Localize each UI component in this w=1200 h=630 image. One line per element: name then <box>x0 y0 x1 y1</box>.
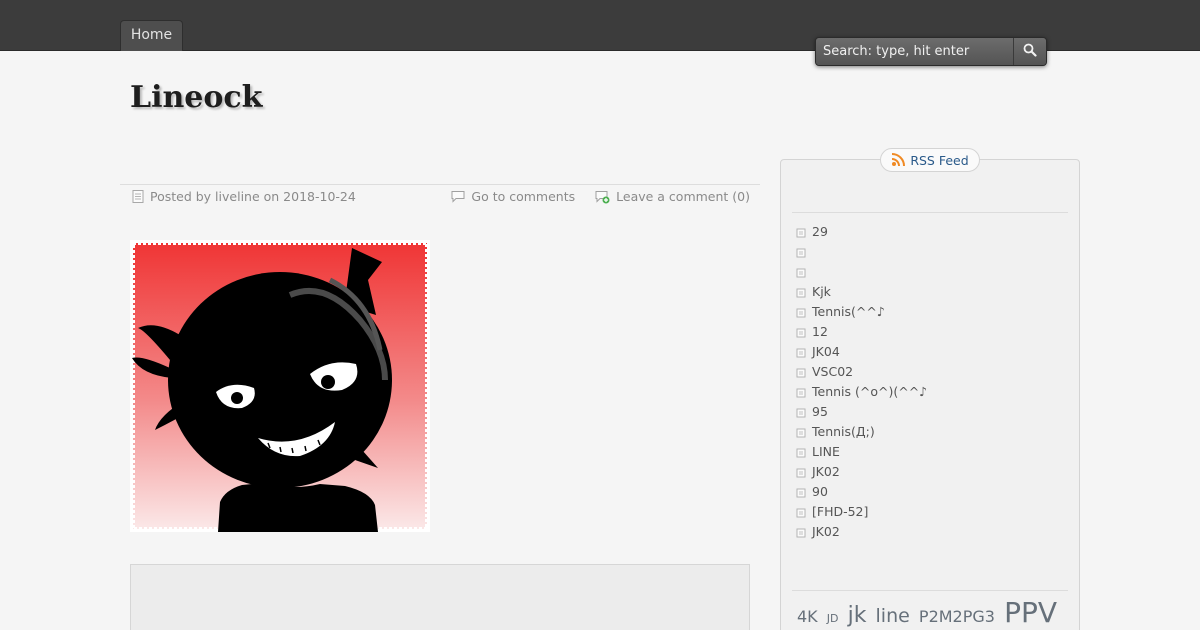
post-meta-bar: Posted by liveline on 2018-10-24 Go to c… <box>120 184 760 208</box>
bullet-icon <box>796 486 806 498</box>
search-icon <box>1023 43 1037 57</box>
avatar-illustration <box>131 241 429 532</box>
sidebar-post-link[interactable]: [FHD-52] <box>812 504 868 519</box>
sidebar-post-link[interactable]: LINE <box>812 444 840 459</box>
tag-link[interactable]: line <box>876 605 910 627</box>
sidebar-divider <box>792 590 1068 591</box>
list-item: 90 <box>796 481 927 501</box>
sidebar-post-link[interactable]: Tennis (^o^)(^^♪ <box>812 384 927 399</box>
rss-icon <box>892 153 906 167</box>
list-item: JK04 <box>796 341 927 361</box>
tag-link[interactable]: JD <box>827 612 839 625</box>
list-item <box>796 261 927 281</box>
sidebar-post-list: 29 Kjk Tennis(^^♪ 12 JK04 VSC02 Tennis (… <box>796 221 927 541</box>
list-item: Kjk <box>796 281 927 301</box>
comment-area <box>130 564 750 630</box>
bullet-icon <box>796 286 806 298</box>
bullet-icon <box>796 386 806 398</box>
post-meta-right: Go to comments Leave a comment (0) <box>451 189 750 204</box>
sidebar-divider <box>792 212 1068 213</box>
sidebar-post-link[interactable]: 12 <box>812 324 828 339</box>
tag-cloud: 4K JD jk line P2M2PG3 PPV <box>797 596 1077 630</box>
site-title[interactable]: Lineock <box>130 80 262 115</box>
sidebar-post-link[interactable]: JK02 <box>812 524 840 539</box>
bullet-icon <box>796 406 806 418</box>
bullet-icon <box>796 426 806 438</box>
rss-feed-label: RSS Feed <box>910 152 969 168</box>
list-item: [FHD-52] <box>796 501 927 521</box>
sidebar-post-link[interactable]: JK04 <box>812 344 840 359</box>
list-item: 95 <box>796 401 927 421</box>
bullet-icon <box>796 446 806 458</box>
search-box <box>815 37 1047 66</box>
go-to-comments-link[interactable]: Go to comments <box>471 189 575 204</box>
rss-feed-link[interactable]: RSS Feed <box>880 148 980 172</box>
tag-link[interactable]: P2M2PG3 <box>919 607 995 626</box>
tag-link[interactable]: PPV <box>1004 596 1057 629</box>
tag-link[interactable]: 4K <box>797 607 818 626</box>
bullet-icon <box>796 466 806 478</box>
list-item <box>796 241 927 261</box>
bullet-icon <box>796 226 806 238</box>
bullet-icon <box>796 326 806 338</box>
bullet-icon <box>796 506 806 518</box>
leave-comment-link[interactable]: Leave a comment (0) <box>616 189 750 204</box>
post-image <box>130 240 430 532</box>
post-meta-icon <box>132 190 144 203</box>
comment-bubble-icon <box>451 191 465 203</box>
bullet-icon <box>796 346 806 358</box>
bullet-icon <box>796 306 806 318</box>
list-item: LINE <box>796 441 927 461</box>
post-meta-left: Posted by liveline on 2018-10-24 <box>132 189 356 204</box>
list-item: Tennis(Д;) <box>796 421 927 441</box>
add-comment-icon <box>595 190 610 203</box>
sidebar-post-link[interactable]: Kjk <box>812 284 831 299</box>
bullet-icon <box>796 526 806 538</box>
list-item: Tennis(^^♪ <box>796 301 927 321</box>
sidebar-post-link[interactable]: Tennis(^^♪ <box>812 304 885 319</box>
nav-home-tab[interactable]: Home <box>120 20 183 51</box>
list-item: JK02 <box>796 461 927 481</box>
list-item: VSC02 <box>796 361 927 381</box>
sidebar-post-link[interactable]: 29 <box>812 224 828 239</box>
sidebar-post-link[interactable]: JK02 <box>812 464 840 479</box>
list-item: JK02 <box>796 521 927 541</box>
post-byline: Posted by liveline on 2018-10-24 <box>150 189 356 204</box>
tag-link[interactable]: jk <box>848 603 867 628</box>
sidebar-post-link[interactable]: Tennis(Д;) <box>812 424 875 439</box>
sidebar-post-link[interactable]: VSC02 <box>812 364 853 379</box>
sidebar-post-link[interactable]: 90 <box>812 484 828 499</box>
list-item: 29 <box>796 221 927 241</box>
bullet-icon <box>796 246 806 258</box>
sidebar-post-link[interactable]: 95 <box>812 404 828 419</box>
bullet-icon <box>796 266 806 278</box>
list-item: 12 <box>796 321 927 341</box>
list-item: Tennis (^o^)(^^♪ <box>796 381 927 401</box>
search-button[interactable] <box>1014 38 1046 65</box>
search-input[interactable] <box>816 38 1014 65</box>
bullet-icon <box>796 366 806 378</box>
